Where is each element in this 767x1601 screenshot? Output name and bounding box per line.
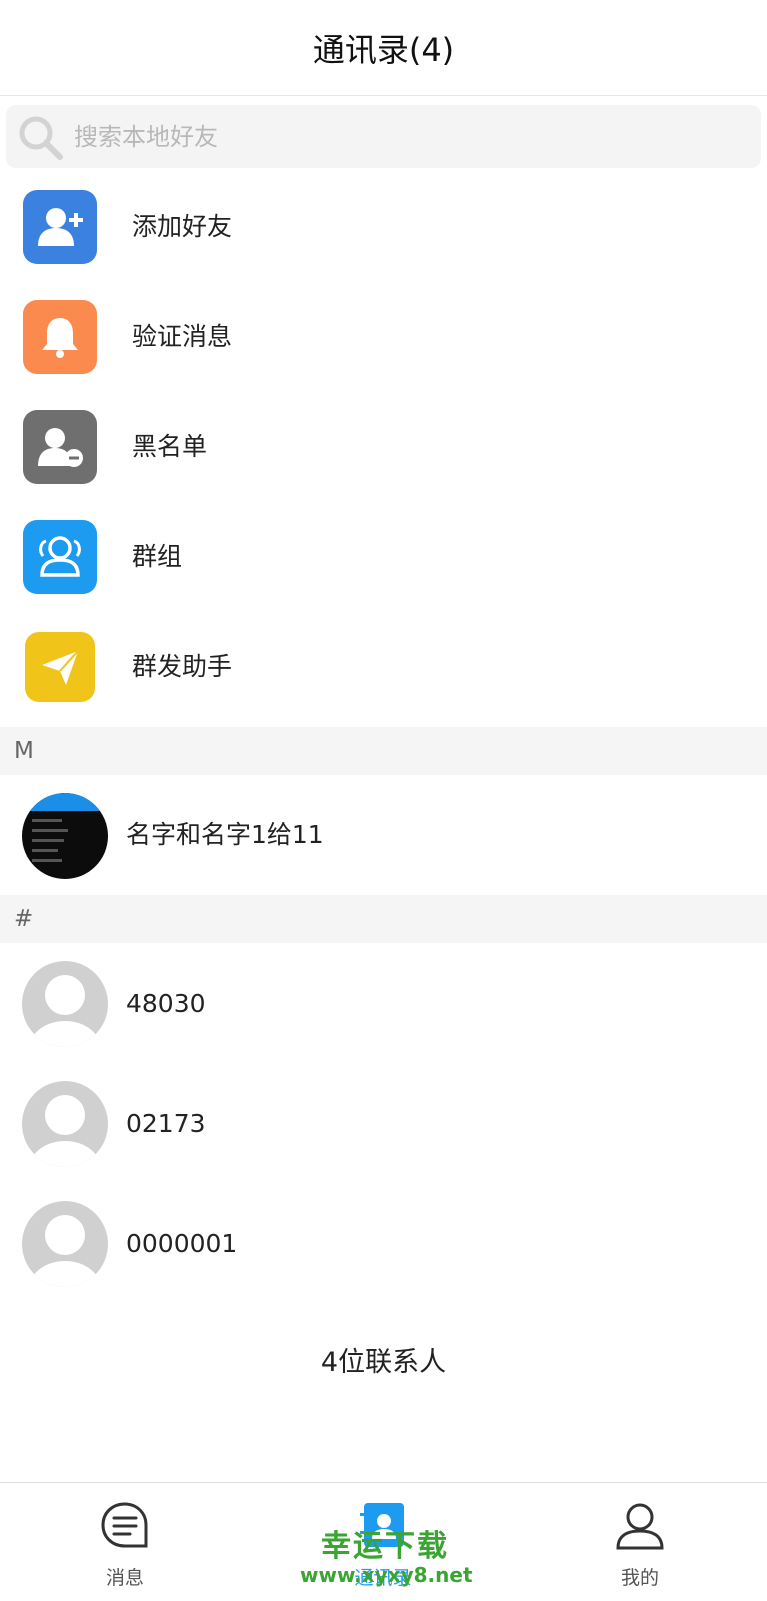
section-header-m: M	[0, 727, 767, 775]
message-icon	[100, 1501, 150, 1551]
section-letter: M	[14, 738, 34, 764]
tab-messages[interactable]: 消息	[45, 1483, 205, 1601]
menu-item-add-friend[interactable]: 添加好友	[0, 172, 767, 283]
search-bar[interactable]	[6, 105, 761, 168]
custom-photo-avatar	[22, 793, 108, 879]
menu-item-label: 添加好友	[132, 212, 233, 241]
contact-name: 48030	[126, 989, 206, 1018]
contact-name: 名字和名字1给11	[126, 820, 324, 849]
tab-profile[interactable]: 我的	[560, 1483, 720, 1601]
search-input[interactable]	[72, 121, 676, 152]
section-letter: #	[14, 906, 34, 932]
blocked-user-icon	[23, 410, 97, 484]
tab-label: 消息	[105, 1567, 144, 1589]
contact-row[interactable]: 48030	[0, 945, 767, 1063]
contact-row[interactable]: 名字和名字1给11	[0, 775, 767, 895]
contact-name: 02173	[126, 1109, 206, 1138]
menu-item-groups[interactable]: 群组	[0, 502, 767, 613]
tab-label: 我的	[620, 1567, 659, 1589]
page-title: 通讯录(4)	[312, 30, 455, 69]
top-header: 通讯录(4)	[0, 0, 767, 96]
menu-item-label: 群发助手	[132, 652, 233, 681]
menu-item-label: 群组	[132, 542, 183, 571]
section-header-hash: #	[0, 895, 767, 943]
add-user-icon	[23, 190, 97, 264]
search-icon	[14, 111, 66, 163]
menu-item-label: 黑名单	[132, 432, 208, 461]
bell-icon	[23, 300, 97, 374]
default-avatar-icon	[22, 961, 108, 1047]
menu-item-label: 验证消息	[132, 322, 233, 351]
menu-item-blacklist[interactable]: 黑名单	[0, 392, 767, 503]
menu-item-broadcast[interactable]: 群发助手	[0, 612, 767, 722]
watermark-overlay: 幸运下载 www.xyxy8.net	[300, 1529, 473, 1587]
default-avatar-icon	[22, 1201, 108, 1287]
contact-row[interactable]: 0000001	[0, 1185, 767, 1303]
contact-row[interactable]: 02173	[0, 1065, 767, 1183]
watermark-title: 幸运下载	[321, 1529, 449, 1564]
paper-plane-icon	[25, 632, 95, 702]
profile-icon	[615, 1501, 665, 1551]
contact-count: 4位联系人	[320, 1347, 447, 1378]
watermark-url: www.xyxy8.net	[300, 1563, 473, 1587]
default-avatar-icon	[22, 1081, 108, 1167]
contact-name: 0000001	[126, 1229, 238, 1258]
menu-item-verification[interactable]: 验证消息	[0, 282, 767, 393]
group-icon	[23, 520, 97, 594]
